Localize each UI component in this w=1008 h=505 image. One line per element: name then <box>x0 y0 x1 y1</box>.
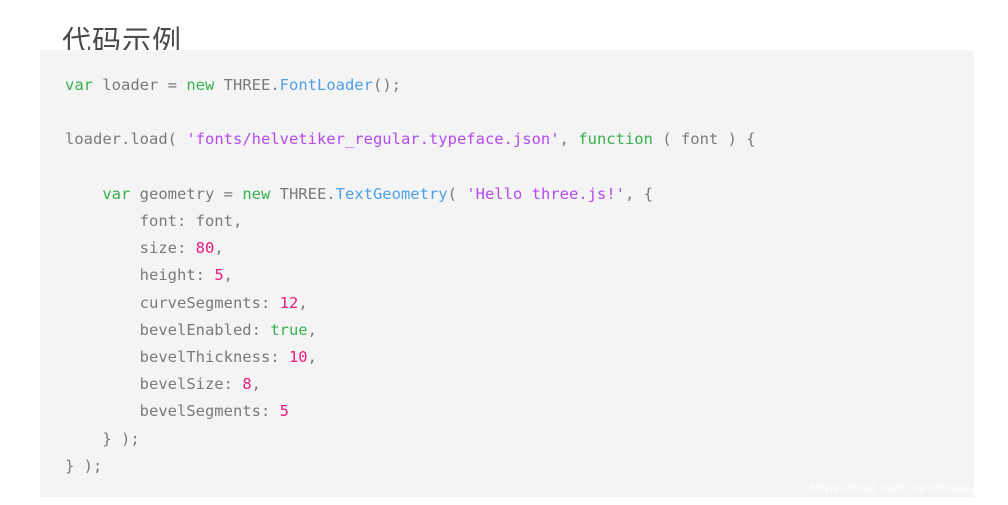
code-token: , <box>298 293 308 312</box>
code-token: height: <box>65 266 215 285</box>
code-line: var geometry = new THREE.TextGeometry( '… <box>65 181 974 208</box>
code-token: font: font, <box>65 212 243 231</box>
code-line: } ); <box>65 426 974 453</box>
code-token: var <box>102 184 131 203</box>
code-token: loader.load( <box>65 130 187 149</box>
code-token: , <box>307 320 317 339</box>
code-token: 'Hello three.js!' <box>466 184 625 203</box>
code-line: bevelSegments: 5 <box>65 398 974 425</box>
code-token: , <box>214 239 224 258</box>
code-token: , <box>251 375 261 394</box>
code-token: THREE. <box>214 76 280 94</box>
code-token: , <box>307 348 317 367</box>
code-token: function <box>578 130 653 149</box>
code-token: bevelEnabled: <box>65 320 271 339</box>
code-line: } ); <box>65 453 974 480</box>
code-token: var <box>65 76 93 94</box>
page-root: 代码示例 var loader = new THREE.FontLoader()… <box>0 0 1008 505</box>
code-token: } ); <box>65 429 140 448</box>
code-token: , <box>223 266 233 285</box>
code-line: loader.load( 'fonts/helvetiker_regular.t… <box>65 126 974 153</box>
code-token: } ); <box>65 456 103 475</box>
code-token: TextGeometry <box>335 184 448 203</box>
code-token: loader = <box>93 76 187 94</box>
code-block: var loader = new THREE.FontLoader(); loa… <box>40 50 974 497</box>
code-line: height: 5, <box>65 262 974 289</box>
code-token: 5 <box>279 402 289 421</box>
code-token: true <box>270 320 308 339</box>
code-token: 'fonts/helvetiker_regular.typeface.json' <box>186 130 560 149</box>
code-content: var loader = new THREE.FontLoader(); loa… <box>40 50 974 480</box>
code-token: bevelThickness: <box>65 348 289 367</box>
code-line: var loader = new THREE.FontLoader(); <box>65 72 974 99</box>
code-token: ( <box>447 184 467 203</box>
code-token: 5 <box>214 266 224 285</box>
code-token: THREE. <box>270 184 336 203</box>
code-line: curveSegments: 12, <box>65 290 974 317</box>
code-token: (); <box>372 76 401 94</box>
code-token: bevelSize: <box>65 375 243 394</box>
code-line: bevelEnabled: true, <box>65 317 974 344</box>
code-token: FontLoader <box>279 76 373 94</box>
code-token: new <box>186 76 215 94</box>
code-token: , { <box>624 184 653 203</box>
code-token: 12 <box>279 293 299 312</box>
code-token: size: <box>65 239 196 258</box>
code-token: curveSegments: <box>65 293 280 312</box>
code-token: bevelSegments: <box>65 402 280 421</box>
code-token: new <box>242 184 271 203</box>
code-line: size: 80, <box>65 235 974 262</box>
code-token: geometry = <box>130 184 243 203</box>
code-line: font: font, <box>65 208 974 235</box>
code-token: 10 <box>288 348 308 367</box>
code-token: 8 <box>242 375 252 394</box>
code-token: , <box>559 130 579 149</box>
code-token: ( font ) { <box>652 130 756 149</box>
code-token: 80 <box>195 239 215 258</box>
code-line: bevelSize: 8, <box>65 371 974 398</box>
code-line: bevelThickness: 10, <box>65 344 974 371</box>
